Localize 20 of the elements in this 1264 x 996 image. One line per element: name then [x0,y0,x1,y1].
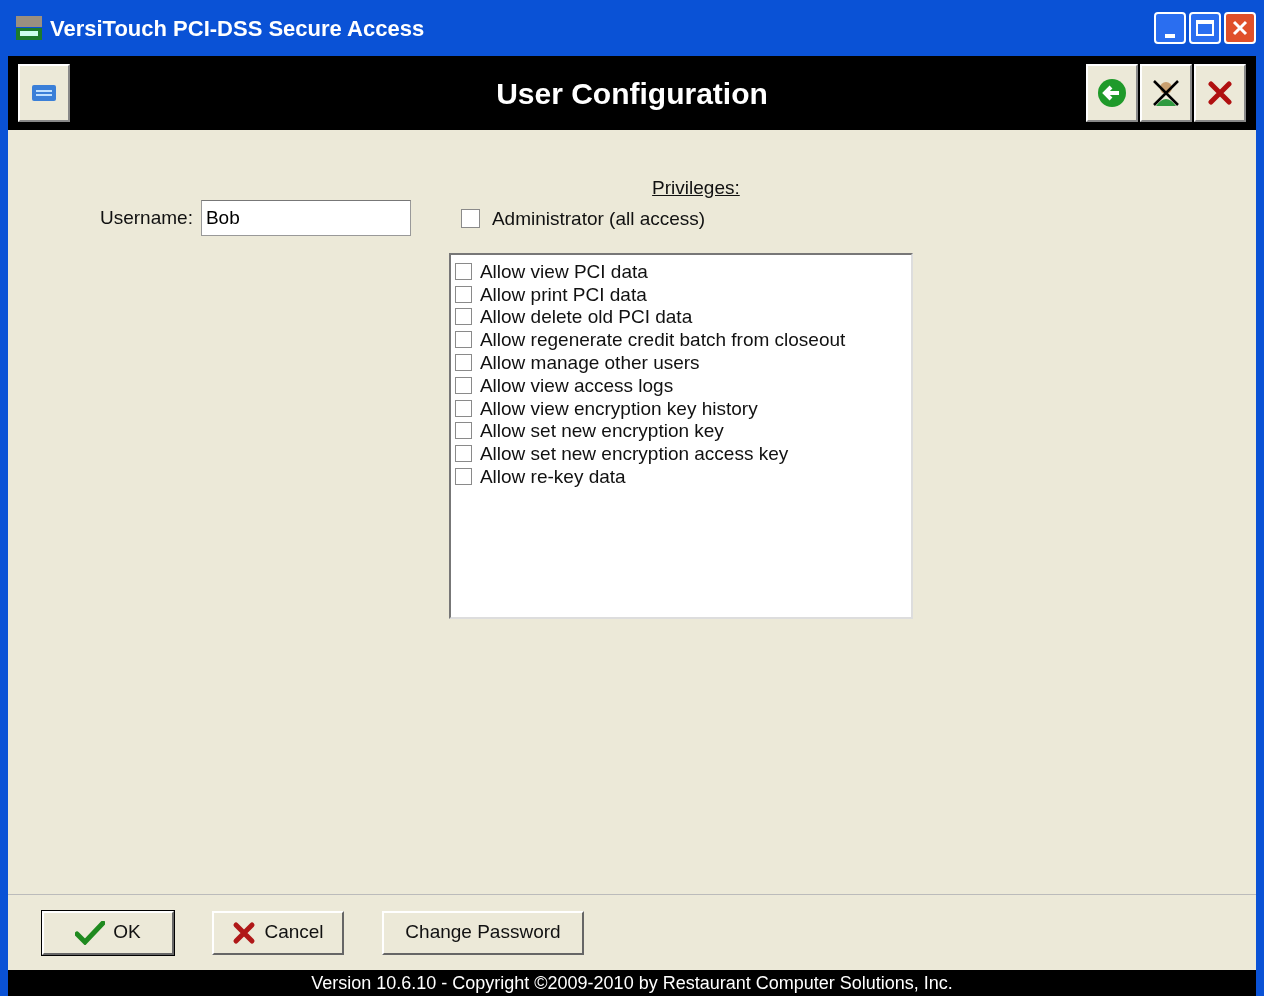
window-title: VersiTouch PCI-DSS Secure Access [50,14,425,43]
checkbox-label: Allow view access logs [479,375,674,395]
checkbox-label: Allow view encryption key history [479,398,758,418]
cancel-button[interactable]: Cancel [212,910,344,955]
checkbox-label: Administrator (all access) [491,206,706,231]
change-password-button[interactable]: Change Password [382,910,584,955]
checkbox-label: Allow set new encryption access key [479,444,789,464]
username-label: Username: [100,205,193,230]
footer-text: Version 10.6.10 - Copyright ©2009-2010 by Restaurant Computer Solutions, Inc. [311,971,953,995]
checkbox-label: Allow regenerate credit batch from closeout [479,330,846,350]
privileges-heading: Privileges: [652,176,740,200]
checkbox-label: Allow manage other users [479,353,700,373]
header-title: User Configuration [496,75,768,112]
checkbox-label: Allow view PCI data [479,261,648,281]
checkbox-label: Allow re-key data [479,467,626,487]
checkbox-label: Allow set new encryption key [479,421,724,441]
checkbox-label: Allow print PCI data [479,284,647,304]
username-field[interactable]: Bob [200,200,411,236]
ok-button[interactable]: OK [42,910,174,955]
checkbox-label: Allow delete old PCI data [479,307,693,327]
